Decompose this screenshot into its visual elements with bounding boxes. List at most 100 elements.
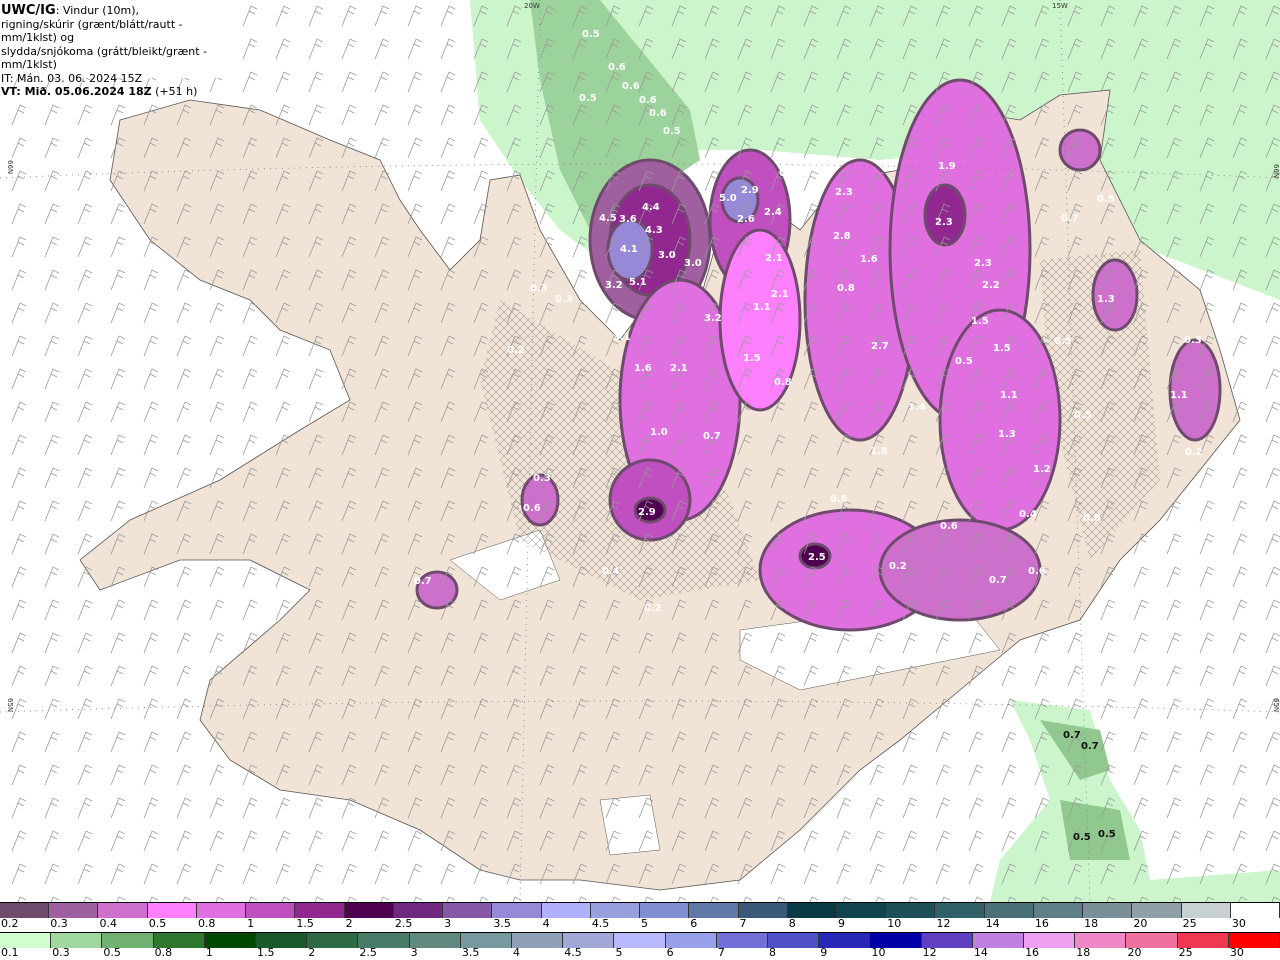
precip-value-label: 0.5 xyxy=(955,356,973,367)
precip-value-label: 0.7 xyxy=(1081,741,1099,752)
precip-value-label: 0.5 xyxy=(1073,832,1091,843)
legend-label: 0.3 xyxy=(52,946,70,959)
precip-value-label: 3.6 xyxy=(619,214,637,225)
legend-label: 2.5 xyxy=(394,917,413,930)
precip-value-label: 4.1 xyxy=(620,244,638,255)
legend-label: 7 xyxy=(717,946,725,959)
legend-swatch xyxy=(1181,903,1231,918)
model-name: UWC/IG xyxy=(1,3,56,18)
legend-label: 4.5 xyxy=(591,917,610,930)
legend-swatch xyxy=(541,903,591,918)
precip-value-label: 0.6 xyxy=(1028,566,1046,577)
legend-swatch xyxy=(1033,903,1084,918)
legend-swatch xyxy=(344,903,394,918)
precip-value-label: 2.1 xyxy=(771,289,789,300)
legend-swatch xyxy=(935,903,985,918)
legend-swatch xyxy=(98,903,148,918)
precip-value-label: 0.8 xyxy=(795,186,813,197)
legend-label: 1.5 xyxy=(296,917,314,930)
precip-value-label: 0.6 xyxy=(830,494,848,505)
title-line3: slydda/snjókoma (grátt/bleikt/grænt - mm… xyxy=(1,44,208,72)
precip-value-label: 5.1 xyxy=(629,277,647,288)
legend-label: 1 xyxy=(205,946,213,959)
legend-label: 0.5 xyxy=(103,946,121,959)
precip-value-label: 0.6 xyxy=(608,62,626,73)
precip-value-label: 2.3 xyxy=(935,217,953,228)
precip-value-label: 0.8 xyxy=(774,377,792,388)
lon-label-20w: 20W xyxy=(524,2,540,10)
legend-label: 3.5 xyxy=(493,917,511,930)
precip-value-label: 1.8 xyxy=(870,446,888,457)
precip-value-label: 0.2 xyxy=(889,561,907,572)
legend-label: 5 xyxy=(615,946,623,959)
legend-label: 0.2 xyxy=(1,917,19,930)
precip-value-label: 1.6 xyxy=(860,254,878,265)
legend-label: 4.5 xyxy=(564,946,582,959)
legend-label: 25 xyxy=(1178,946,1193,959)
lat-label-66n-left: 66N xyxy=(6,160,14,174)
legend-swatch xyxy=(0,903,50,918)
precip-value-label: 2.5 xyxy=(808,552,826,563)
legend-swatch xyxy=(787,903,837,918)
legend-label: 30 xyxy=(1229,946,1244,959)
wind-barbs xyxy=(0,0,1280,902)
precip-value-label: 3.1 xyxy=(613,332,631,343)
precip-value-label: 0.5 xyxy=(1098,829,1116,840)
precip-value-label: 0.8 xyxy=(1083,513,1101,524)
precip-value-label: 2.1 xyxy=(765,253,783,264)
legend-label: 25 xyxy=(1182,917,1197,930)
legend-label: 20 xyxy=(1127,946,1142,959)
precip-value-label: 0.5 xyxy=(579,93,597,104)
precip-value-label: 0.6 xyxy=(940,521,958,532)
lon-label-15w: 15W xyxy=(1052,2,1068,10)
legend-swatch xyxy=(393,903,444,918)
precip-value-label: 3.2 xyxy=(704,313,722,324)
map-title: UWC/IG: Vindur (10m), rigning/skúrir (gr… xyxy=(0,0,240,98)
legend-label: 10 xyxy=(871,946,886,959)
legend-swatch xyxy=(49,903,99,918)
precip-value-label: 1.6 xyxy=(634,363,652,374)
precip-value-label: 5.0 xyxy=(719,193,737,204)
legend-swatch xyxy=(1132,903,1182,918)
precip-value-label: 2.9 xyxy=(638,507,656,518)
precip-value-label: 0.3 xyxy=(779,168,797,179)
precip-value-label: 0.3 xyxy=(555,294,573,305)
legend-swatch xyxy=(886,903,936,918)
precip-value-label: 0.6 xyxy=(649,108,667,119)
precip-value-label: 0.6 xyxy=(639,95,657,106)
legend-swatch xyxy=(689,903,739,918)
legend-label: 3 xyxy=(444,917,452,930)
legend-swatch xyxy=(738,903,788,918)
legend-label: 0.5 xyxy=(148,917,167,930)
lat-label-65n-left: 65N xyxy=(6,698,14,712)
legend-label: 2 xyxy=(345,917,353,930)
legend-label: 16 xyxy=(1025,946,1040,959)
legend-label: 0.8 xyxy=(154,946,173,959)
precip-value-label: 1.1 xyxy=(1170,390,1188,401)
precip-value-label: 3.0 xyxy=(658,250,676,261)
legend-swatch xyxy=(640,903,690,918)
precip-value-label: 2.3 xyxy=(835,187,853,198)
legend-swatch xyxy=(295,903,345,918)
lat-label-66n-right: 66N xyxy=(1272,164,1280,178)
legend-label: 14 xyxy=(985,917,1000,930)
legend-label: 10 xyxy=(887,917,902,930)
legend-label: 9 xyxy=(837,917,845,930)
precip-value-label: 4.4 xyxy=(642,202,660,213)
precip-value-label: 1.1 xyxy=(1000,390,1018,401)
valid-time: VT: Mið. 05.06.2024 18Z xyxy=(1,85,152,98)
legend-label: 9 xyxy=(820,946,828,959)
legend-label: 0.4 xyxy=(99,917,117,930)
legend-label: 3 xyxy=(410,946,418,959)
precip-value-label: 0.3 xyxy=(533,473,551,484)
precip-value-label: 2.3 xyxy=(974,258,992,269)
legend-swatch xyxy=(1083,903,1133,918)
legend-swatch xyxy=(590,903,641,918)
legend-label: 12 xyxy=(936,917,951,930)
precip-value-label: 2.7 xyxy=(871,341,889,352)
precip-value-label: 4.5 xyxy=(599,213,617,224)
legend-swatch xyxy=(492,903,542,918)
precip-value-label: 0.7 xyxy=(1061,213,1079,224)
precip-value-label: 0.7 xyxy=(989,575,1007,586)
title-line2: rigning/skúrir (grænt/blátt/rautt - mm/1… xyxy=(1,17,183,45)
